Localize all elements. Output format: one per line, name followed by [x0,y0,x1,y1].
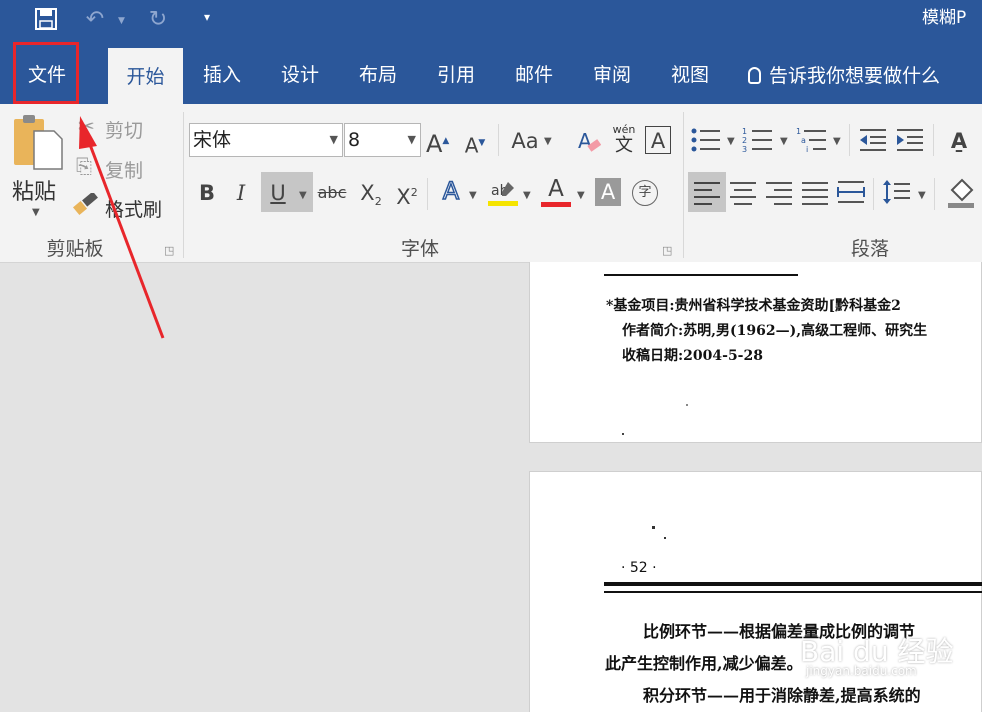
annotation-arrow-icon [79,116,165,339]
